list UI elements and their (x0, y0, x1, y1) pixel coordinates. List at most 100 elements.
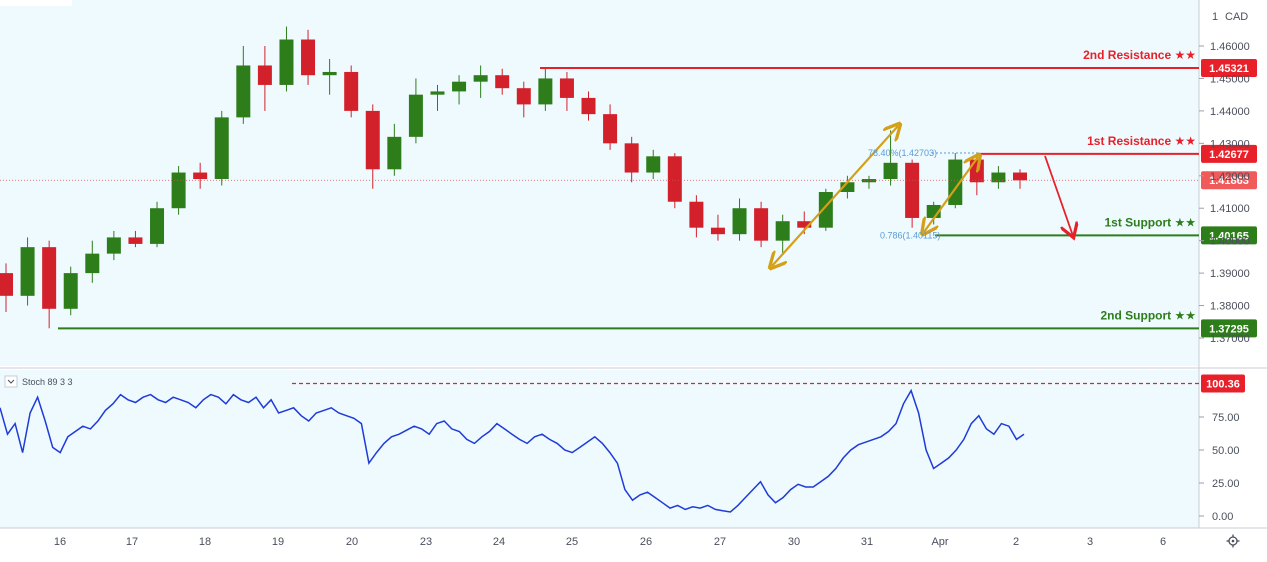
candle-body (171, 172, 186, 209)
currency-label: CAD (1225, 11, 1248, 23)
time-tick-label: 20 (346, 536, 358, 548)
candle-body (624, 143, 639, 173)
indicator-collapse-button[interactable] (4, 375, 18, 388)
candle (905, 159, 920, 228)
candle-body (991, 172, 1006, 183)
candle (818, 188, 833, 231)
stoch-level-tag-text: 100.36 (1206, 379, 1240, 391)
time-tick-label: 31 (861, 536, 873, 548)
candle-body (495, 75, 510, 89)
candle-body (236, 65, 251, 118)
candle (63, 266, 78, 316)
time-tick-label: 23 (420, 536, 432, 548)
axis-top-tick: 1 (1212, 11, 1218, 23)
candle-body (775, 221, 790, 241)
candle (214, 110, 229, 186)
time-tick-label: 16 (54, 536, 66, 548)
level-label: 2nd Support ★★ (1100, 308, 1196, 322)
candle-body (0, 273, 13, 296)
candle-body (818, 192, 833, 228)
time-tick-label: 6 (1160, 536, 1166, 548)
level-price-tag-text: 1.42677 (1209, 149, 1249, 161)
candle-body (667, 156, 682, 202)
time-axis-background (0, 528, 1267, 557)
candle (171, 166, 186, 215)
candle-body (754, 208, 769, 241)
chart-svg: 2nd Resistance ★★1.453211st Resistance ★… (0, 0, 1267, 557)
candle-body (214, 117, 229, 180)
time-tick-label: 19 (272, 536, 284, 548)
candle-body (344, 71, 359, 111)
indicator-tick-label: 50.00 (1212, 445, 1240, 457)
candle-body (603, 114, 618, 144)
candle-body (883, 162, 898, 180)
candle-body (301, 39, 316, 76)
price-tick-label: 1.44000 (1210, 106, 1250, 118)
candle-body (969, 159, 984, 183)
price-tick-label: 1.37000 (1210, 333, 1250, 345)
indicator-tick-label: 25.00 (1212, 478, 1240, 490)
time-tick-label: 2 (1013, 536, 1019, 548)
time-tick-label: 3 (1087, 536, 1093, 548)
candle-body (322, 71, 337, 76)
time-tick-label: 17 (126, 536, 138, 548)
fib-label-upper: 78.40%(1.42703) (868, 148, 937, 158)
fib-label-lower: 0.786(1.40115) (880, 230, 940, 240)
price-tick-label: 1.39000 (1210, 268, 1250, 280)
chart-root: 2nd Resistance ★★ 1.45321 1st Resistance ★… (0, 0, 1267, 557)
price-tick-label: 1.42000 (1210, 171, 1250, 183)
candle-body (905, 162, 920, 218)
price-tick-label: 1.45000 (1210, 73, 1250, 85)
price-tick-label: 1.41000 (1210, 203, 1250, 215)
level-label: 1st Resistance ★★ (1087, 134, 1196, 148)
candle (667, 153, 682, 209)
time-tick-label: Apr (931, 536, 948, 548)
level-label: 1st Support ★★ (1104, 215, 1196, 229)
candle-body (559, 78, 574, 98)
candle-body (581, 97, 596, 115)
indicator-pane-background (0, 370, 1199, 528)
candle-body (106, 237, 121, 254)
candle (754, 201, 769, 248)
time-tick-label: 26 (640, 536, 652, 548)
candle-body (63, 273, 78, 309)
candle-body (646, 156, 661, 173)
candle-body (689, 201, 704, 228)
time-tick-label: 18 (199, 536, 211, 548)
time-tick-label: 25 (566, 536, 578, 548)
time-tick-label: 24 (493, 536, 505, 548)
candle-body (128, 237, 143, 244)
candle-body (365, 110, 380, 170)
price-tick-label: 1.46000 (1210, 41, 1250, 53)
candle-body (257, 65, 272, 85)
price-tick-label: 1.38000 (1210, 301, 1250, 313)
candle-body (387, 136, 402, 170)
candle-body (732, 208, 747, 235)
candle-body (710, 227, 725, 235)
candle-body (473, 75, 488, 82)
candle (20, 237, 35, 306)
price-tick-label: 1.43000 (1210, 138, 1250, 150)
time-tick-label: 30 (788, 536, 800, 548)
candle-body (1013, 172, 1027, 181)
candle-body (193, 172, 208, 180)
time-tick-label: 27 (714, 536, 726, 548)
top-left-corner-tab (0, 0, 72, 6)
indicator-tick-label: 0.00 (1212, 511, 1233, 523)
candle-body (85, 253, 100, 274)
candle-body (20, 247, 35, 296)
indicator-label: Stoch 89 3 3 (22, 377, 73, 387)
indicator-tick-label: 75.00 (1212, 412, 1240, 424)
candle-body (538, 78, 553, 105)
candle-body (430, 91, 445, 95)
price-tick-label: 1.40000 (1210, 236, 1250, 248)
candle-body (516, 88, 531, 105)
candle-body (150, 208, 165, 244)
candle-body (408, 94, 423, 137)
candle-body (452, 81, 467, 92)
candle (344, 65, 359, 118)
candle-body (861, 179, 876, 183)
candle (150, 201, 165, 248)
indicator-header[interactable]: Stoch 89 3 3 (4, 375, 73, 388)
candle-body (279, 39, 294, 85)
